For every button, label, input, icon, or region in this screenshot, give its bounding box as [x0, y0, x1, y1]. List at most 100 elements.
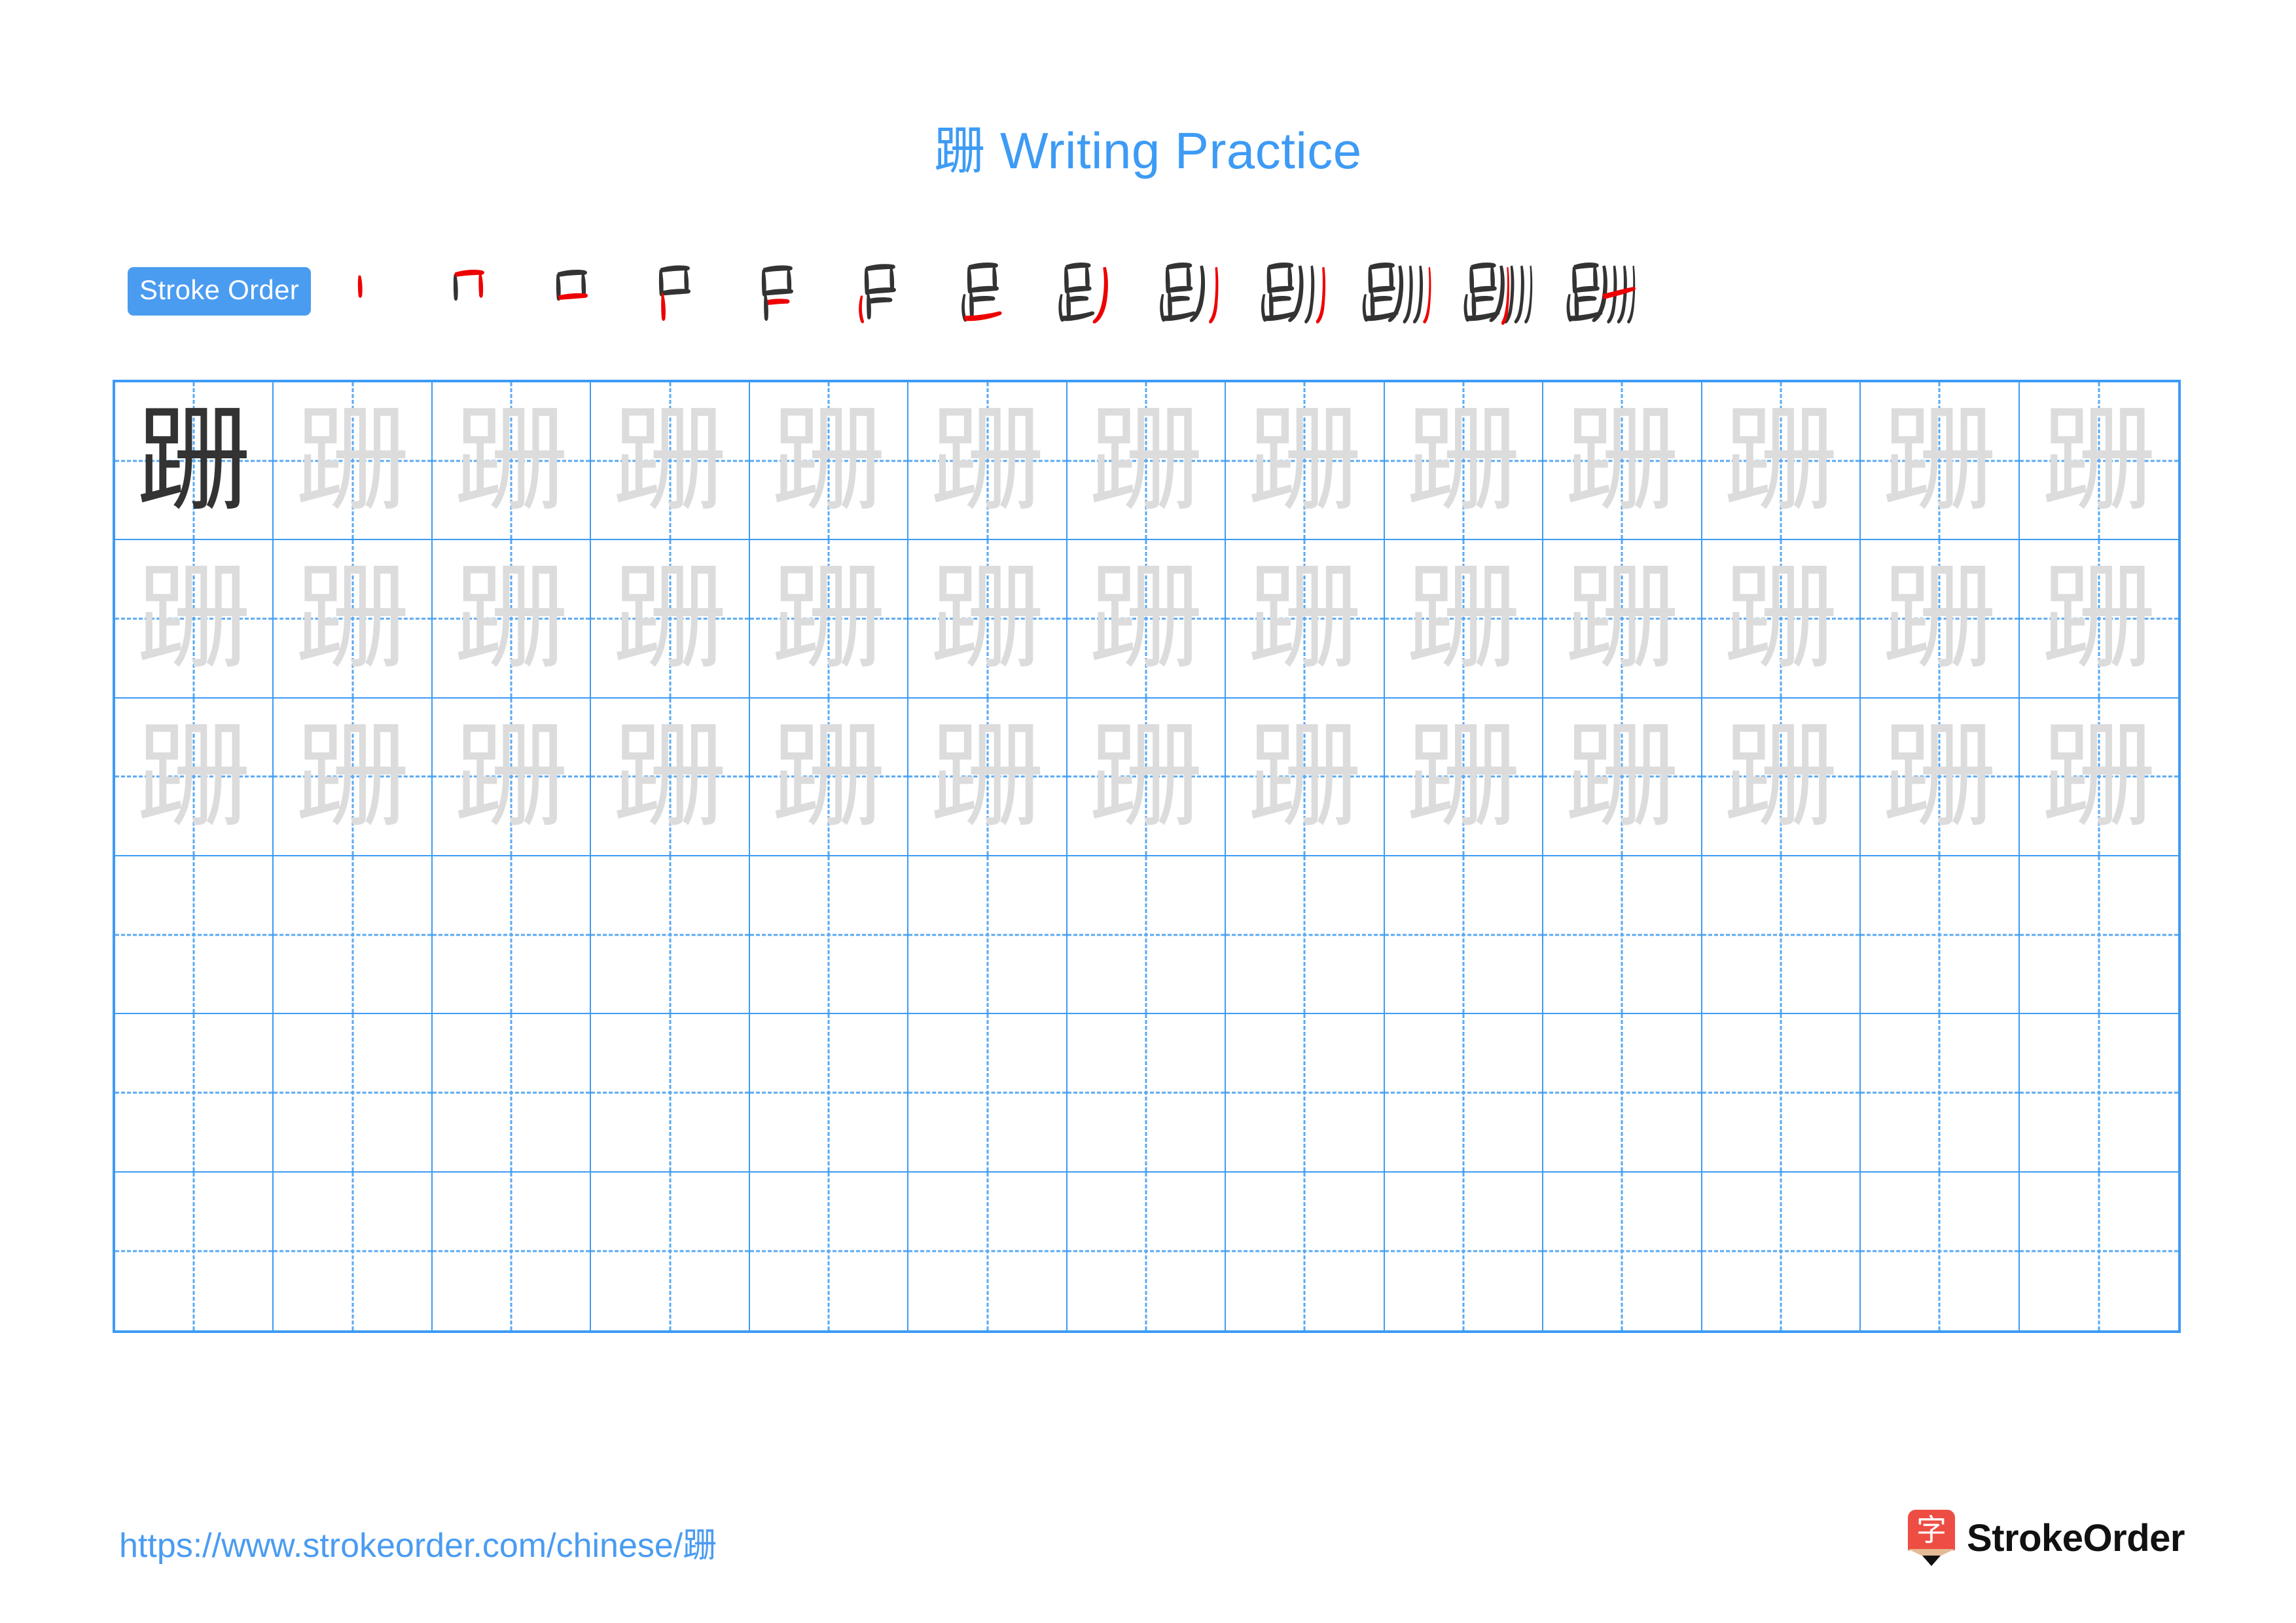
practice-cell-r6-c10[interactable] — [1543, 1172, 1702, 1330]
practice-cell-r6-c7[interactable] — [1067, 1172, 1227, 1330]
stroke-step-12 — [1446, 255, 1549, 327]
practice-cell-r5-c12[interactable] — [1861, 1014, 2020, 1173]
stroke-diagram-5-icon — [761, 265, 793, 321]
blank-practice-slot — [2020, 856, 2178, 1013]
practice-cell-r2-c8[interactable]: 跚 — [1226, 540, 1385, 699]
practice-cell-r6-c12[interactable] — [1861, 1172, 2020, 1330]
practice-cell-r3-c4[interactable]: 跚 — [591, 698, 750, 856]
practice-cell-r3-c7[interactable]: 跚 — [1067, 698, 1227, 856]
practice-cell-r6-c1[interactable] — [115, 1172, 274, 1330]
footer-url[interactable]: https://www.strokeorder.com/chinese/跚 — [119, 1518, 717, 1567]
practice-cell-r4-c2[interactable] — [274, 856, 433, 1015]
practice-cell-r2-c7[interactable]: 跚 — [1067, 540, 1227, 699]
stroke-diagram-6-icon — [858, 264, 896, 323]
practice-cell-r1-c7[interactable]: 跚 — [1067, 382, 1227, 541]
practice-cell-r3-c12[interactable]: 跚 — [1861, 698, 2020, 856]
practice-cell-r2-c1[interactable]: 跚 — [115, 540, 274, 699]
practice-cell-r6-c11[interactable] — [1702, 1172, 1861, 1330]
practice-cell-r6-c8[interactable] — [1226, 1172, 1385, 1330]
practice-cell-r4-c10[interactable] — [1543, 856, 1702, 1015]
practice-cell-r2-c5[interactable]: 跚 — [749, 540, 909, 699]
practice-cell-r5-c1[interactable] — [115, 1014, 274, 1173]
stroke-step-4 — [624, 255, 727, 327]
practice-cell-r3-c3[interactable]: 跚 — [432, 698, 592, 856]
practice-cell-r3-c11[interactable]: 跚 — [1702, 698, 1861, 856]
practice-cell-r1-c4[interactable]: 跚 — [591, 382, 750, 541]
practice-cell-r5-c10[interactable] — [1543, 1014, 1702, 1173]
practice-cell-r2-c6[interactable]: 跚 — [908, 540, 1067, 699]
practice-cell-r1-c13[interactable]: 跚 — [2019, 382, 2178, 541]
practice-cell-r6-c13[interactable] — [2020, 1173, 2178, 1330]
blank-practice-slot — [115, 1173, 272, 1330]
blank-practice-slot — [1702, 1014, 1859, 1171]
practice-cell-r4-c5[interactable] — [749, 856, 909, 1015]
practice-cell-r1-c8[interactable]: 跚 — [1226, 382, 1385, 541]
blank-practice-slot — [1067, 856, 1225, 1013]
practice-cell-r3-c8[interactable]: 跚 — [1226, 698, 1385, 856]
practice-cell-r1-c9[interactable]: 跚 — [1384, 382, 1544, 541]
practice-cell-r3-c1[interactable]: 跚 — [115, 698, 274, 856]
practice-cell-r3-c5[interactable]: 跚 — [749, 698, 909, 856]
practice-cell-r5-c11[interactable] — [1702, 1014, 1861, 1173]
practice-cell-r4-c9[interactable] — [1384, 856, 1544, 1015]
practice-cell-r6-c4[interactable] — [591, 1172, 750, 1330]
practice-cell-r6-c9[interactable] — [1385, 1172, 1544, 1330]
practice-cell-r4-c7[interactable] — [1067, 856, 1227, 1015]
trace-character: 跚 — [454, 710, 569, 843]
practice-cell-r1-c12[interactable]: 跚 — [1861, 382, 2020, 541]
trace-character: 跚 — [1247, 710, 1362, 843]
practice-cell-r4-c4[interactable] — [591, 856, 750, 1015]
practice-cell-r5-c9[interactable] — [1384, 1014, 1544, 1173]
practice-cell-r5-c6[interactable] — [908, 1014, 1067, 1173]
practice-cell-r1-c1[interactable]: 跚 — [115, 382, 274, 541]
practice-cell-r4-c6[interactable] — [908, 856, 1067, 1015]
practice-cell-r3-c2[interactable]: 跚 — [274, 698, 433, 856]
practice-cell-r6-c6[interactable] — [908, 1172, 1067, 1330]
practice-cell-r3-c6[interactable]: 跚 — [908, 698, 1067, 856]
trace-character: 跚 — [295, 552, 410, 685]
practice-cell-r2-c4[interactable]: 跚 — [591, 540, 750, 699]
practice-cell-r5-c5[interactable] — [749, 1014, 909, 1173]
practice-cell-r5-c3[interactable] — [432, 1014, 592, 1173]
practice-cell-r5-c8[interactable] — [1226, 1014, 1385, 1173]
practice-cell-r4-c1[interactable] — [115, 856, 274, 1015]
practice-cell-r2-c3[interactable]: 跚 — [432, 540, 592, 699]
practice-cell-r4-c3[interactable] — [432, 856, 592, 1015]
practice-cell-r1-c11[interactable]: 跚 — [1702, 382, 1861, 541]
blank-practice-slot — [1861, 1014, 2018, 1171]
practice-cell-r2-c13[interactable]: 跚 — [2019, 540, 2178, 699]
practice-cell-r2-c10[interactable]: 跚 — [1543, 540, 1702, 699]
practice-cell-r4-c13[interactable] — [2019, 856, 2178, 1015]
practice-cell-r5-c7[interactable] — [1067, 1014, 1227, 1173]
practice-cell-r2-c9[interactable]: 跚 — [1384, 540, 1544, 699]
practice-cell-r3-c10[interactable]: 跚 — [1543, 698, 1702, 856]
practice-cell-r1-c6[interactable]: 跚 — [908, 382, 1067, 541]
stroke-diagram-7-icon — [961, 263, 1002, 322]
practice-cell-r3-c9[interactable]: 跚 — [1384, 698, 1544, 856]
practice-cell-r6-c2[interactable] — [274, 1172, 433, 1330]
practice-cell-r5-c4[interactable] — [591, 1014, 750, 1173]
practice-cell-r2-c12[interactable]: 跚 — [1861, 540, 2020, 699]
trace-character: 跚 — [136, 552, 251, 685]
practice-cell-r1-c3[interactable]: 跚 — [432, 382, 592, 541]
practice-cell-r2-c11[interactable]: 跚 — [1702, 540, 1861, 699]
practice-cell-r1-c5[interactable]: 跚 — [749, 382, 909, 541]
practice-cell-r4-c12[interactable] — [1861, 856, 2020, 1015]
practice-cell-r1-c10[interactable]: 跚 — [1543, 382, 1702, 541]
footer-url-character: 跚 — [683, 1526, 717, 1565]
practice-cell-r5-c2[interactable] — [274, 1014, 433, 1173]
practice-cell-r1-c2[interactable]: 跚 — [274, 382, 433, 541]
brand-logo[interactable]: 字 StrokeOrder — [1908, 1510, 2185, 1566]
practice-cell-r4-c8[interactable] — [1226, 856, 1385, 1015]
trace-character: 跚 — [1247, 552, 1362, 685]
practice-cell-r6-c3[interactable] — [433, 1172, 592, 1330]
practice-cell-r2-c2[interactable]: 跚 — [274, 540, 433, 699]
practice-cell-r4-c11[interactable] — [1702, 856, 1861, 1015]
blank-practice-slot — [1226, 856, 1383, 1013]
trace-character: 跚 — [1564, 710, 1679, 843]
blank-practice-slot — [2020, 1173, 2178, 1330]
practice-cell-r5-c13[interactable] — [2019, 1014, 2178, 1173]
stroke-step-10 — [1241, 255, 1344, 327]
practice-cell-r6-c5[interactable] — [750, 1172, 909, 1330]
practice-cell-r3-c13[interactable]: 跚 — [2019, 699, 2178, 856]
